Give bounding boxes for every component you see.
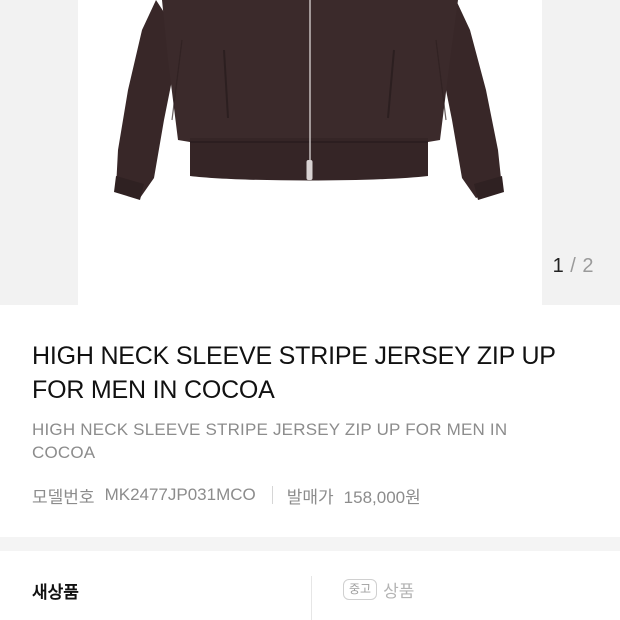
product-meta-row: 모델번호 MK2477JP031MCO 발매가 158,000원 (32, 483, 421, 507)
tab-new-product[interactable]: 새상품 (32, 578, 79, 603)
tab-used-label: 상품 (383, 582, 415, 601)
product-image-gallery[interactable]: 1 / 2 (0, 0, 620, 305)
product-image-frame[interactable] (78, 0, 542, 305)
release-price-label: 발매가 (286, 487, 334, 507)
section-separator (0, 537, 620, 551)
product-info-section: HIGH NECK SLEEVE STRIPE JERSEY ZIP UP FO… (0, 305, 620, 537)
tab-used-product[interactable]: 중고 상품 (343, 577, 414, 602)
zip-jacket-product-photo (114, 0, 504, 200)
product-detail-page: 1 / 2 HIGH NECK SLEEVE STRIPE JERSEY ZIP… (0, 0, 620, 620)
current-image-index: 1 (552, 255, 565, 277)
used-badge: 중고 (343, 579, 378, 600)
meta-divider (271, 486, 273, 504)
model-number-label: 모델번호 (32, 487, 95, 507)
product-subtitle: HIGH NECK SLEEVE STRIPE JERSEY ZIP UP FO… (32, 420, 508, 462)
condition-tabs: 새상품 중고 상품 (0, 551, 620, 620)
tab-divider (311, 576, 312, 620)
model-number-value: MK2477JP031MCO (104, 485, 256, 504)
total-image-count: 2 (582, 255, 594, 277)
release-price-value: 158,000원 (343, 487, 421, 507)
product-title: HIGH NECK SLEEVE STRIPE JERSEY ZIP UP FO… (32, 342, 556, 404)
image-page-counter: 1 / 2 (553, 255, 594, 278)
page-separator: / (570, 255, 577, 277)
